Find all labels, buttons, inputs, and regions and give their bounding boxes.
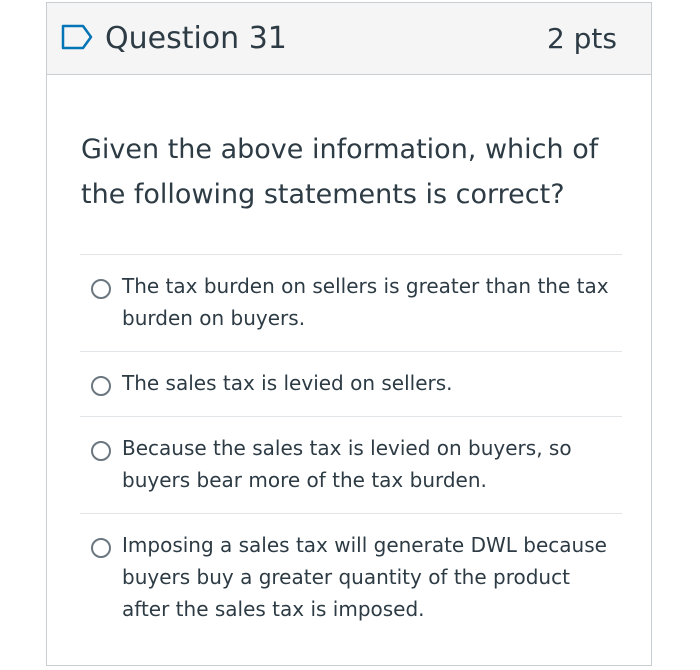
answer-label: Imposing a sales tax will generate DWL b… <box>122 533 607 621</box>
radio-button[interactable] <box>91 538 111 558</box>
question-points: 2 pts <box>546 22 617 55</box>
answer-label: Because the sales tax is levied on buyer… <box>122 436 572 492</box>
answer-list: The tax burden on sellers is greater tha… <box>80 254 622 642</box>
answer-label: The sales tax is levied on sellers. <box>122 371 453 395</box>
question-title: Question 31 <box>105 21 287 56</box>
radio-button[interactable] <box>91 279 111 299</box>
radio-button[interactable] <box>91 376 111 396</box>
answer-option[interactable]: The tax burden on sellers is greater tha… <box>80 254 622 351</box>
question-header: Question 31 2 pts <box>47 3 651 75</box>
flag-outline-icon[interactable] <box>61 24 93 50</box>
question-card: Question 31 2 pts Given the above inform… <box>46 2 652 666</box>
question-prompt: Given the above information, which of th… <box>81 134 599 210</box>
answer-option[interactable]: Because the sales tax is levied on buyer… <box>80 416 622 513</box>
radio-button[interactable] <box>91 441 111 461</box>
answer-option[interactable]: Imposing a sales tax will generate DWL b… <box>80 513 622 642</box>
answer-label: The tax burden on sellers is greater tha… <box>122 274 609 330</box>
answer-option[interactable]: The sales tax is levied on sellers. <box>80 351 622 416</box>
